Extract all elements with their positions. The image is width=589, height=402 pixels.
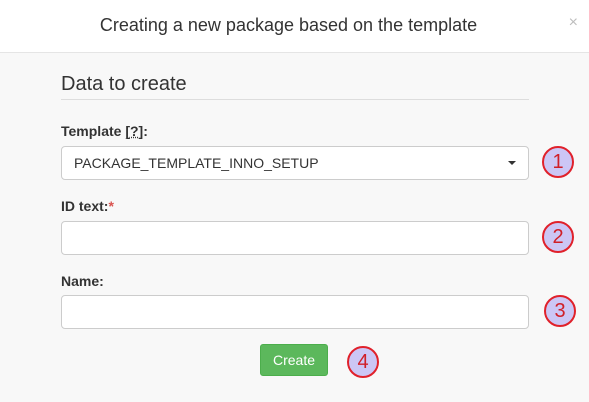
template-help-link[interactable]: [?]	[125, 123, 143, 139]
template-label: Template [?]:	[61, 123, 148, 139]
template-label-colon: :	[143, 123, 148, 139]
name-label: Name:	[61, 273, 104, 289]
template-select-value: PACKAGE_TEMPLATE_INNO_SETUP	[74, 155, 319, 171]
callout-marker-1: 1	[542, 146, 574, 178]
template-select[interactable]: PACKAGE_TEMPLATE_INNO_SETUP	[61, 146, 529, 180]
required-mark: *	[108, 198, 114, 214]
id-text-label: ID text:*	[61, 198, 114, 214]
id-text-label-text: ID text:	[61, 198, 109, 214]
create-button[interactable]: Create	[260, 344, 328, 376]
dialog-body: Data to create Template [?]: PACKAGE_TEM…	[0, 53, 589, 402]
chevron-down-icon	[508, 161, 516, 165]
callout-marker-4: 4	[347, 346, 379, 378]
close-icon[interactable]: ×	[569, 14, 578, 32]
id-text-input[interactable]	[61, 221, 529, 255]
callout-marker-2: 2	[542, 221, 574, 253]
dialog-title: Creating a new package based on the temp…	[99, 15, 478, 35]
section-title: Data to create	[61, 73, 187, 95]
name-input[interactable]	[61, 295, 529, 329]
dialog-header: Creating a new package based on the temp…	[0, 0, 589, 53]
callout-marker-3: 3	[544, 295, 576, 327]
template-label-text: Template	[61, 123, 122, 139]
section-divider	[61, 99, 529, 100]
